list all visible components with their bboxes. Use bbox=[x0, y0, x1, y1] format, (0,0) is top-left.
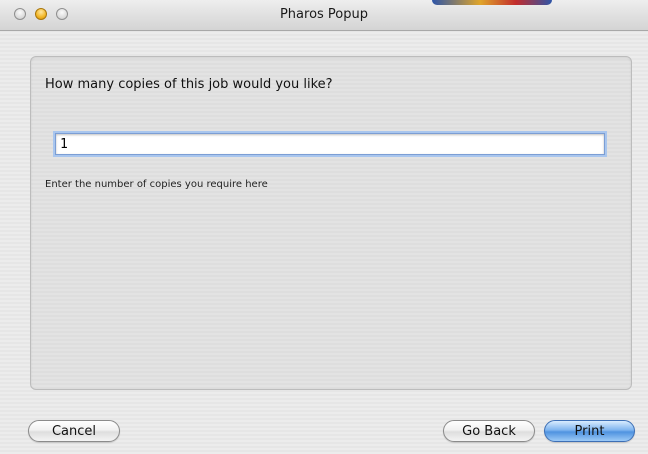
desktop-background-strip bbox=[432, 0, 552, 5]
copies-hint: Enter the number of copies you require h… bbox=[45, 179, 268, 190]
copies-question: How many copies of this job would you li… bbox=[45, 77, 333, 92]
window-title: Pharos Popup bbox=[279, 7, 369, 22]
copies-input[interactable] bbox=[55, 133, 605, 155]
print-button[interactable]: Print bbox=[544, 420, 635, 442]
go-back-button[interactable]: Go Back bbox=[443, 420, 535, 442]
content-panel: How many copies of this job would you li… bbox=[30, 56, 632, 390]
pharos-popup-window: Pharos Popup How many copies of this job… bbox=[0, 0, 648, 454]
cancel-button[interactable]: Cancel bbox=[28, 420, 120, 442]
title-bar[interactable]: Pharos Popup bbox=[0, 0, 648, 31]
